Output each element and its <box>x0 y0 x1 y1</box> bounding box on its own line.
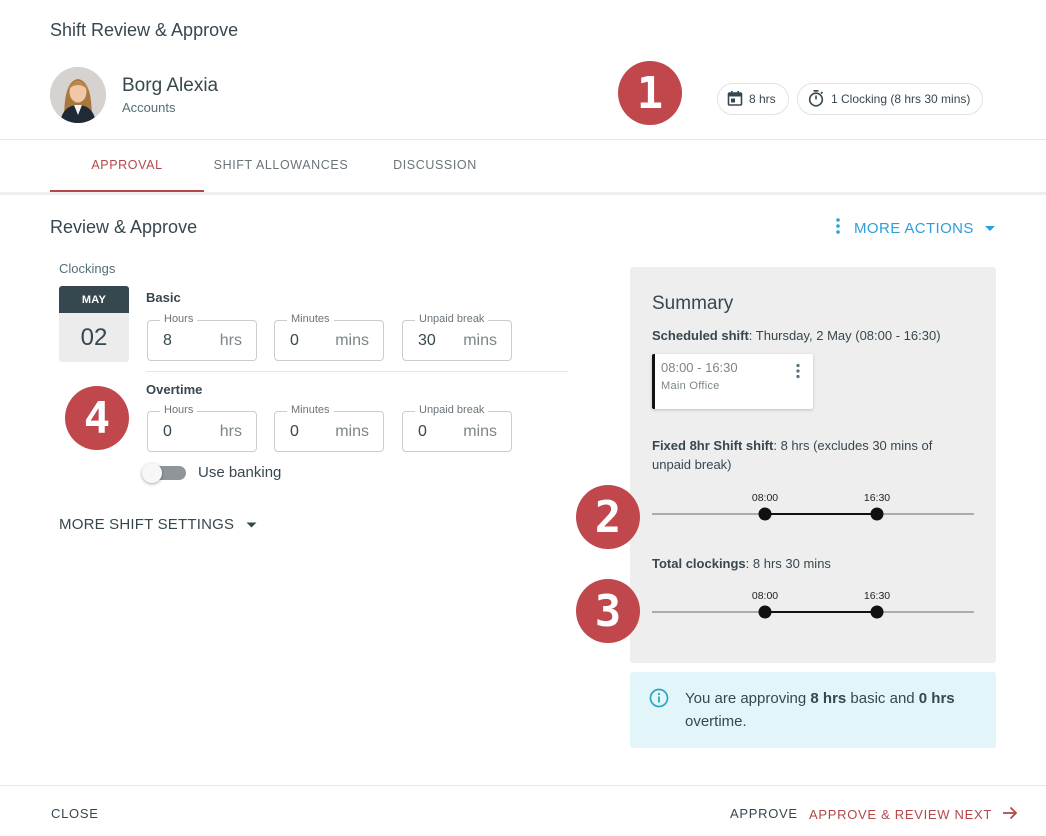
basic-overtime-divider <box>146 371 568 372</box>
info-basic-hours: 8 hrs <box>810 690 847 707</box>
caret-down-icon <box>984 220 996 237</box>
scheduled-hours-chip[interactable]: 8 hrs <box>717 83 789 115</box>
use-banking-label: Use banking <box>198 464 282 481</box>
overtime-label: Overtime <box>146 382 203 397</box>
close-button[interactable]: CLOSE <box>51 806 99 821</box>
caret-down-icon <box>246 516 257 533</box>
overtime-unpaid-break-value[interactable]: 0 <box>418 423 427 441</box>
basic-minutes-unit: mins <box>335 332 369 349</box>
footer-divider <box>0 785 1046 786</box>
more-shift-settings-button[interactable]: MORE SHIFT SETTINGS <box>59 516 257 533</box>
basic-label: Basic <box>146 290 181 305</box>
timeline-end-point <box>870 507 884 521</box>
overtime-unpaid-break-unit: mins <box>463 423 497 440</box>
overtime-unpaid-break-field[interactable]: Unpaid break 0 mins <box>402 404 512 452</box>
callout-marker-1: 1 <box>618 61 682 125</box>
approve-button[interactable]: APPROVE <box>730 806 798 821</box>
shift-card-menu-icon[interactable] <box>795 363 801 384</box>
tab-discussion[interactable]: DISCUSSION <box>358 158 512 172</box>
approve-review-next-button[interactable]: APPROVE & REVIEW NEXT <box>809 806 1018 823</box>
fixed-shift-label: Fixed 8hr Shift shift <box>652 438 774 453</box>
timeline-end-point <box>870 605 884 619</box>
tab-approval[interactable]: APPROVAL <box>50 158 204 172</box>
shift-card-location: Main Office <box>661 380 720 392</box>
employee-department: Accounts <box>122 100 176 115</box>
basic-unpaid-break-label: Unpaid break <box>415 313 489 325</box>
overtime-minutes-field[interactable]: Minutes 0 mins <box>274 404 384 452</box>
info-suffix: overtime. <box>685 713 747 730</box>
employee-avatar <box>50 67 106 123</box>
summary-title: Summary <box>652 293 734 314</box>
timeline-end-label: 16:30 <box>864 492 890 504</box>
arrow-right-icon <box>1002 806 1018 823</box>
clocking-chip[interactable]: 1 Clocking (8 hrs 30 mins) <box>797 83 984 115</box>
use-banking-toggle-thumb[interactable] <box>142 463 162 483</box>
basic-hours-unit: hrs <box>219 332 242 349</box>
shift-card-time: 08:00 - 16:30 <box>661 360 738 375</box>
more-vertical-icon <box>832 217 844 239</box>
callout-marker-3: 3 <box>576 579 640 643</box>
overtime-hours-label: Hours <box>160 404 198 416</box>
total-clockings-value: : 8 hrs 30 mins <box>745 556 831 571</box>
tab-shift-allowances[interactable]: SHIFT ALLOWANCES <box>204 158 358 172</box>
timeline-start-label: 08:00 <box>752 590 778 602</box>
timeline-start-point <box>758 605 772 619</box>
basic-unpaid-break-field[interactable]: Unpaid break 30 mins <box>402 313 512 361</box>
overtime-hours-value[interactable]: 0 <box>163 423 172 441</box>
basic-unpaid-break-unit: mins <box>463 332 497 349</box>
stopwatch-icon <box>807 89 825 110</box>
header-divider <box>0 139 1046 140</box>
date-badge: MAY 02 <box>59 286 129 362</box>
calendar-icon <box>727 90 743 109</box>
timeline-end-label: 16:30 <box>864 590 890 602</box>
basic-minutes-value[interactable]: 0 <box>290 332 299 350</box>
info-overtime-hours: 0 hrs <box>918 690 955 707</box>
total-clockings-text: Total clockings: 8 hrs 30 mins <box>652 554 831 573</box>
overtime-minutes-label: Minutes <box>287 404 334 416</box>
scheduled-shift-text: Scheduled shift: Thursday, 2 May (08:00 … <box>652 326 941 345</box>
basic-hours-label: Hours <box>160 313 198 325</box>
info-icon <box>649 688 669 713</box>
total-clockings-label: Total clockings <box>652 556 746 571</box>
basic-unpaid-break-value[interactable]: 30 <box>418 332 436 350</box>
more-actions-label: MORE ACTIONS <box>854 219 974 237</box>
more-shift-settings-label: MORE SHIFT SETTINGS <box>59 516 235 533</box>
overtime-hours-field[interactable]: Hours 0 hrs <box>147 404 257 452</box>
overtime-minutes-value[interactable]: 0 <box>290 423 299 441</box>
callout-marker-4: 4 <box>65 386 129 450</box>
basic-hours-value[interactable]: 8 <box>163 332 172 350</box>
callout-marker-2: 2 <box>576 485 640 549</box>
scheduled-shift-label: Scheduled shift <box>652 328 749 343</box>
shift-card[interactable]: 08:00 - 16:30 Main Office <box>652 354 813 409</box>
timeline-start-label: 08:00 <box>752 492 778 504</box>
date-month: MAY <box>59 286 129 313</box>
fixed-shift-text: Fixed 8hr Shift shift: 8 hrs (excludes 3… <box>652 436 972 474</box>
employee-name: Borg Alexia <box>122 75 219 96</box>
clocking-text: 1 Clocking (8 hrs 30 mins) <box>831 92 971 106</box>
dialog-title: Shift Review & Approve <box>50 20 239 40</box>
fixed-shift-timeline: 08:00 16:30 <box>652 492 974 521</box>
timeline-start-point <box>758 507 772 521</box>
tab-active-indicator <box>50 190 204 192</box>
approval-info-text: You are approving 8 hrs basic and 0 hrs … <box>685 687 985 733</box>
clockings-label: Clockings <box>59 261 116 276</box>
scheduled-shift-value: : Thursday, 2 May (08:00 - 16:30) <box>748 328 941 343</box>
info-middle: basic and <box>846 690 919 707</box>
overtime-unpaid-break-label: Unpaid break <box>415 404 489 416</box>
basic-hours-field[interactable]: Hours 8 hrs <box>147 313 257 361</box>
section-title: Review & Approve <box>50 217 198 237</box>
basic-minutes-label: Minutes <box>287 313 334 325</box>
info-prefix: You are approving <box>685 690 811 707</box>
overtime-hours-unit: hrs <box>219 423 242 440</box>
overtime-minutes-unit: mins <box>335 423 369 440</box>
total-clockings-timeline: 08:00 16:30 <box>652 590 974 619</box>
more-actions-button[interactable]: MORE ACTIONS <box>832 217 996 239</box>
scheduled-hours-text: 8 hrs <box>749 92 776 106</box>
approve-review-next-label: APPROVE & REVIEW NEXT <box>809 807 993 822</box>
date-day: 02 <box>80 323 108 351</box>
basic-minutes-field[interactable]: Minutes 0 mins <box>274 313 384 361</box>
tabs-divider <box>0 192 1046 195</box>
